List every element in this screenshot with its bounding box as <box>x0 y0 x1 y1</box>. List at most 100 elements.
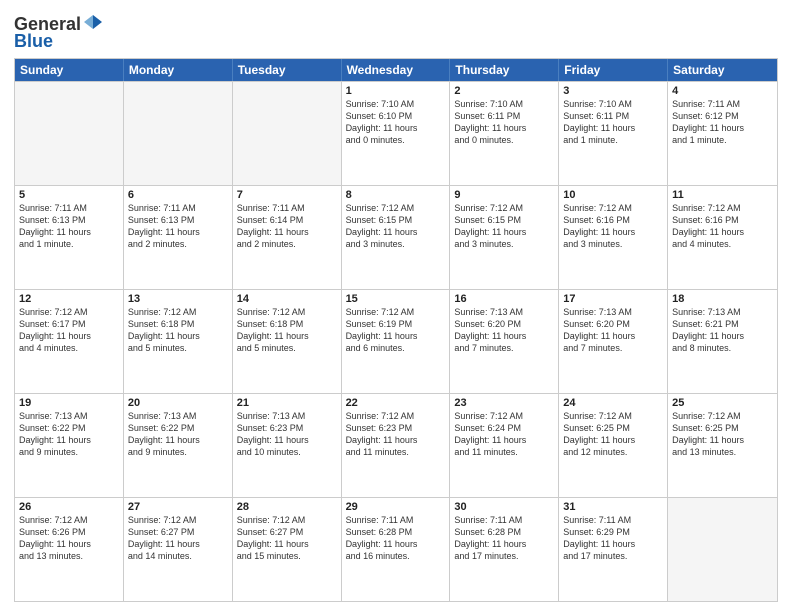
calendar-cell: 2Sunrise: 7:10 AM Sunset: 6:11 PM Daylig… <box>450 82 559 185</box>
day-info: Sunrise: 7:12 AM Sunset: 6:23 PM Dayligh… <box>346 410 446 459</box>
day-info: Sunrise: 7:12 AM Sunset: 6:25 PM Dayligh… <box>563 410 663 459</box>
day-number: 1 <box>346 85 446 97</box>
day-info: Sunrise: 7:10 AM Sunset: 6:11 PM Dayligh… <box>454 98 554 147</box>
day-number: 7 <box>237 189 337 201</box>
day-number: 19 <box>19 397 119 409</box>
calendar-header-row: SundayMondayTuesdayWednesdayThursdayFrid… <box>15 59 777 81</box>
day-info: Sunrise: 7:11 AM Sunset: 6:13 PM Dayligh… <box>19 202 119 251</box>
calendar-cell: 21Sunrise: 7:13 AM Sunset: 6:23 PM Dayli… <box>233 394 342 497</box>
cal-header-thursday: Thursday <box>450 59 559 81</box>
day-number: 18 <box>672 293 773 305</box>
day-info: Sunrise: 7:13 AM Sunset: 6:23 PM Dayligh… <box>237 410 337 459</box>
calendar-cell: 30Sunrise: 7:11 AM Sunset: 6:28 PM Dayli… <box>450 498 559 601</box>
calendar-cell: 25Sunrise: 7:12 AM Sunset: 6:25 PM Dayli… <box>668 394 777 497</box>
day-number: 22 <box>346 397 446 409</box>
day-info: Sunrise: 7:11 AM Sunset: 6:28 PM Dayligh… <box>454 514 554 563</box>
calendar-cell <box>233 82 342 185</box>
calendar-cell: 22Sunrise: 7:12 AM Sunset: 6:23 PM Dayli… <box>342 394 451 497</box>
day-number: 16 <box>454 293 554 305</box>
day-number: 9 <box>454 189 554 201</box>
day-info: Sunrise: 7:12 AM Sunset: 6:27 PM Dayligh… <box>128 514 228 563</box>
day-info: Sunrise: 7:12 AM Sunset: 6:18 PM Dayligh… <box>237 306 337 355</box>
calendar-cell: 31Sunrise: 7:11 AM Sunset: 6:29 PM Dayli… <box>559 498 668 601</box>
day-info: Sunrise: 7:13 AM Sunset: 6:21 PM Dayligh… <box>672 306 773 355</box>
day-info: Sunrise: 7:11 AM Sunset: 6:14 PM Dayligh… <box>237 202 337 251</box>
calendar-cell: 29Sunrise: 7:11 AM Sunset: 6:28 PM Dayli… <box>342 498 451 601</box>
day-number: 29 <box>346 501 446 513</box>
day-info: Sunrise: 7:10 AM Sunset: 6:10 PM Dayligh… <box>346 98 446 147</box>
logo: General Blue <box>14 14 103 52</box>
page: General Blue SundayMondayTuesdayWednesda… <box>0 0 792 612</box>
day-info: Sunrise: 7:10 AM Sunset: 6:11 PM Dayligh… <box>563 98 663 147</box>
calendar-cell: 27Sunrise: 7:12 AM Sunset: 6:27 PM Dayli… <box>124 498 233 601</box>
cal-header-friday: Friday <box>559 59 668 81</box>
day-number: 30 <box>454 501 554 513</box>
calendar-cell: 17Sunrise: 7:13 AM Sunset: 6:20 PM Dayli… <box>559 290 668 393</box>
day-number: 20 <box>128 397 228 409</box>
day-info: Sunrise: 7:13 AM Sunset: 6:22 PM Dayligh… <box>128 410 228 459</box>
day-info: Sunrise: 7:13 AM Sunset: 6:20 PM Dayligh… <box>454 306 554 355</box>
day-number: 2 <box>454 85 554 97</box>
day-number: 24 <box>563 397 663 409</box>
day-info: Sunrise: 7:13 AM Sunset: 6:20 PM Dayligh… <box>563 306 663 355</box>
calendar-cell: 10Sunrise: 7:12 AM Sunset: 6:16 PM Dayli… <box>559 186 668 289</box>
calendar-cell: 1Sunrise: 7:10 AM Sunset: 6:10 PM Daylig… <box>342 82 451 185</box>
day-number: 21 <box>237 397 337 409</box>
day-info: Sunrise: 7:11 AM Sunset: 6:12 PM Dayligh… <box>672 98 773 147</box>
day-number: 5 <box>19 189 119 201</box>
day-number: 14 <box>237 293 337 305</box>
calendar-cell: 14Sunrise: 7:12 AM Sunset: 6:18 PM Dayli… <box>233 290 342 393</box>
day-number: 15 <box>346 293 446 305</box>
day-info: Sunrise: 7:11 AM Sunset: 6:28 PM Dayligh… <box>346 514 446 563</box>
day-info: Sunrise: 7:11 AM Sunset: 6:29 PM Dayligh… <box>563 514 663 563</box>
day-info: Sunrise: 7:12 AM Sunset: 6:19 PM Dayligh… <box>346 306 446 355</box>
calendar-cell: 26Sunrise: 7:12 AM Sunset: 6:26 PM Dayli… <box>15 498 124 601</box>
day-number: 3 <box>563 85 663 97</box>
calendar-cell: 4Sunrise: 7:11 AM Sunset: 6:12 PM Daylig… <box>668 82 777 185</box>
day-info: Sunrise: 7:12 AM Sunset: 6:15 PM Dayligh… <box>454 202 554 251</box>
calendar-cell: 23Sunrise: 7:12 AM Sunset: 6:24 PM Dayli… <box>450 394 559 497</box>
cal-header-monday: Monday <box>124 59 233 81</box>
calendar-cell: 8Sunrise: 7:12 AM Sunset: 6:15 PM Daylig… <box>342 186 451 289</box>
calendar-cell: 13Sunrise: 7:12 AM Sunset: 6:18 PM Dayli… <box>124 290 233 393</box>
day-number: 8 <box>346 189 446 201</box>
day-info: Sunrise: 7:12 AM Sunset: 6:17 PM Dayligh… <box>19 306 119 355</box>
calendar: SundayMondayTuesdayWednesdayThursdayFrid… <box>14 58 778 602</box>
calendar-cell: 28Sunrise: 7:12 AM Sunset: 6:27 PM Dayli… <box>233 498 342 601</box>
calendar-cell: 11Sunrise: 7:12 AM Sunset: 6:16 PM Dayli… <box>668 186 777 289</box>
day-number: 27 <box>128 501 228 513</box>
calendar-week-1: 1Sunrise: 7:10 AM Sunset: 6:10 PM Daylig… <box>15 81 777 185</box>
day-info: Sunrise: 7:11 AM Sunset: 6:13 PM Dayligh… <box>128 202 228 251</box>
logo-blue-text: Blue <box>14 31 53 52</box>
day-number: 23 <box>454 397 554 409</box>
day-number: 25 <box>672 397 773 409</box>
day-number: 10 <box>563 189 663 201</box>
cal-header-wednesday: Wednesday <box>342 59 451 81</box>
calendar-cell <box>668 498 777 601</box>
calendar-cell <box>15 82 124 185</box>
day-info: Sunrise: 7:13 AM Sunset: 6:22 PM Dayligh… <box>19 410 119 459</box>
calendar-cell: 12Sunrise: 7:12 AM Sunset: 6:17 PM Dayli… <box>15 290 124 393</box>
cal-header-tuesday: Tuesday <box>233 59 342 81</box>
day-number: 13 <box>128 293 228 305</box>
header: General Blue <box>14 10 778 52</box>
day-info: Sunrise: 7:12 AM Sunset: 6:26 PM Dayligh… <box>19 514 119 563</box>
calendar-cell: 3Sunrise: 7:10 AM Sunset: 6:11 PM Daylig… <box>559 82 668 185</box>
day-info: Sunrise: 7:12 AM Sunset: 6:15 PM Dayligh… <box>346 202 446 251</box>
calendar-cell: 9Sunrise: 7:12 AM Sunset: 6:15 PM Daylig… <box>450 186 559 289</box>
calendar-week-2: 5Sunrise: 7:11 AM Sunset: 6:13 PM Daylig… <box>15 185 777 289</box>
calendar-cell: 20Sunrise: 7:13 AM Sunset: 6:22 PM Dayli… <box>124 394 233 497</box>
calendar-week-3: 12Sunrise: 7:12 AM Sunset: 6:17 PM Dayli… <box>15 289 777 393</box>
calendar-cell: 6Sunrise: 7:11 AM Sunset: 6:13 PM Daylig… <box>124 186 233 289</box>
day-info: Sunrise: 7:12 AM Sunset: 6:25 PM Dayligh… <box>672 410 773 459</box>
logo-bird-icon <box>83 13 103 33</box>
day-number: 28 <box>237 501 337 513</box>
calendar-cell: 16Sunrise: 7:13 AM Sunset: 6:20 PM Dayli… <box>450 290 559 393</box>
day-number: 31 <box>563 501 663 513</box>
day-number: 11 <box>672 189 773 201</box>
calendar-cell: 15Sunrise: 7:12 AM Sunset: 6:19 PM Dayli… <box>342 290 451 393</box>
cal-header-sunday: Sunday <box>15 59 124 81</box>
calendar-cell: 5Sunrise: 7:11 AM Sunset: 6:13 PM Daylig… <box>15 186 124 289</box>
day-info: Sunrise: 7:12 AM Sunset: 6:24 PM Dayligh… <box>454 410 554 459</box>
calendar-cell: 24Sunrise: 7:12 AM Sunset: 6:25 PM Dayli… <box>559 394 668 497</box>
